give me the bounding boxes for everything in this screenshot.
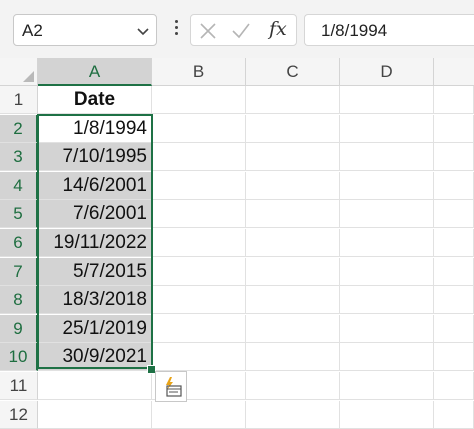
cell-d7[interactable] [340, 258, 434, 286]
column-header-e[interactable] [434, 58, 474, 86]
row-header-12[interactable]: 12 [0, 401, 38, 429]
cell-a8[interactable]: 18/3/2018 [38, 286, 152, 314]
cell-c7[interactable] [246, 258, 340, 286]
cell-e5[interactable] [434, 200, 474, 228]
quick-analysis-button[interactable] [155, 371, 187, 402]
cell-d1[interactable] [340, 86, 434, 114]
formula-input[interactable]: 1/8/1994 [304, 14, 474, 46]
cell-d8[interactable] [340, 286, 434, 314]
cell-b1[interactable] [152, 86, 246, 114]
cell-b3[interactable] [152, 143, 246, 171]
cell-e4[interactable] [434, 172, 474, 200]
row-header-10[interactable]: 10 [0, 343, 38, 371]
formula-bar: A2 fx 1/8/1994 [0, 0, 474, 58]
column-header-d[interactable]: D [340, 58, 434, 86]
row-header-5[interactable]: 5 [0, 200, 38, 228]
cell-c12[interactable] [246, 401, 340, 429]
formula-input-value: 1/8/1994 [321, 21, 388, 40]
cell-b7[interactable] [152, 258, 246, 286]
cell-d12[interactable] [340, 401, 434, 429]
column-header-b[interactable]: B [152, 58, 246, 86]
insert-function-button[interactable]: fx [269, 18, 287, 40]
name-box-value: A2 [22, 21, 43, 40]
cell-a4[interactable]: 14/6/2001 [38, 172, 152, 200]
row-header-1[interactable]: 1 [0, 86, 38, 114]
cell-b6[interactable] [152, 229, 246, 257]
cell-c1[interactable] [246, 86, 340, 114]
cell-e1[interactable] [434, 86, 474, 114]
row-header-4[interactable]: 4 [0, 172, 38, 200]
cell-e6[interactable] [434, 229, 474, 257]
cell-d4[interactable] [340, 172, 434, 200]
cell-e3[interactable] [434, 143, 474, 171]
cell-d11[interactable] [340, 372, 434, 400]
cell-e9[interactable] [434, 315, 474, 343]
cell-c2[interactable] [246, 115, 340, 143]
cell-e8[interactable] [434, 286, 474, 314]
column-header-a[interactable]: A [38, 58, 152, 86]
cell-c4[interactable] [246, 172, 340, 200]
cell-d5[interactable] [340, 200, 434, 228]
row-header-7[interactable]: 7 [0, 258, 38, 286]
cell-c8[interactable] [246, 286, 340, 314]
cell-b2[interactable] [152, 115, 246, 143]
cell-e7[interactable] [434, 258, 474, 286]
cell-a5[interactable]: 7/6/2001 [38, 200, 152, 228]
cell-b9[interactable] [152, 315, 246, 343]
cell-a3[interactable]: 7/10/1995 [38, 143, 152, 171]
select-all-button[interactable] [0, 58, 38, 86]
cell-b10[interactable] [152, 343, 246, 371]
cell-d2[interactable] [340, 115, 434, 143]
cell-a11[interactable] [38, 372, 152, 400]
cell-a6[interactable]: 19/11/2022 [38, 229, 152, 257]
cancel-icon[interactable] [199, 22, 217, 40]
cell-c5[interactable] [246, 200, 340, 228]
cell-c3[interactable] [246, 143, 340, 171]
cell-e11[interactable] [434, 372, 474, 400]
cell-c6[interactable] [246, 229, 340, 257]
name-box[interactable]: A2 [13, 14, 157, 46]
row-header-11[interactable]: 11 [0, 372, 38, 400]
cell-d3[interactable] [340, 143, 434, 171]
cell-b8[interactable] [152, 286, 246, 314]
cell-a9[interactable]: 25/1/2019 [38, 315, 152, 343]
cell-a12[interactable] [38, 401, 152, 429]
cell-c11[interactable] [246, 372, 340, 400]
cell-e12[interactable] [434, 401, 474, 429]
enter-check-icon[interactable] [231, 22, 251, 40]
cell-e10[interactable] [434, 343, 474, 371]
chevron-down-icon[interactable] [136, 24, 150, 38]
cell-d10[interactable] [340, 343, 434, 371]
cell-e2[interactable] [434, 115, 474, 143]
row-header-3[interactable]: 3 [0, 143, 38, 171]
row-header-2[interactable]: 2 [0, 115, 38, 143]
row-header-8[interactable]: 8 [0, 286, 38, 314]
more-options-icon[interactable] [172, 17, 180, 41]
row-header-6[interactable]: 6 [0, 229, 38, 257]
cell-d9[interactable] [340, 315, 434, 343]
cell-b5[interactable] [152, 200, 246, 228]
quick-analysis-icon [166, 377, 182, 397]
cell-c9[interactable] [246, 315, 340, 343]
cell-b12[interactable] [152, 401, 246, 429]
cell-a10[interactable]: 30/9/2021 [38, 343, 152, 371]
cell-b4[interactable] [152, 172, 246, 200]
row-header-9[interactable]: 9 [0, 315, 38, 343]
formula-buttons: fx [190, 14, 297, 46]
cell-d6[interactable] [340, 229, 434, 257]
cell-a1[interactable]: Date [38, 86, 152, 114]
column-header-c[interactable]: C [246, 58, 340, 86]
cell-a2[interactable]: 1/8/1994 [38, 115, 152, 143]
cell-c10[interactable] [246, 343, 340, 371]
cell-a7[interactable]: 5/7/2015 [38, 258, 152, 286]
